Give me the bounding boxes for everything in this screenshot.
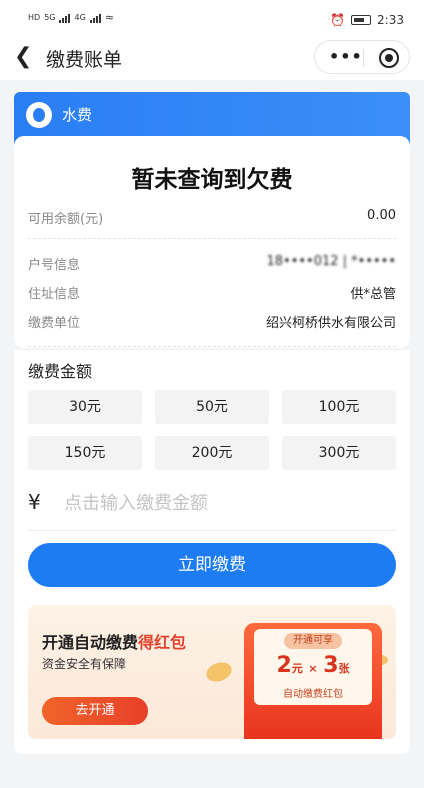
- amount-option[interactable]: 50元: [155, 390, 269, 424]
- status-indicators: HD 5G 4G ≈: [28, 11, 114, 24]
- red-envelope-caption: 自动缴费红包: [283, 689, 343, 700]
- auto-pay-promo-banner[interactable]: 开通自动缴费得红包 资金安全有保障 去开通 开通可享 2元 × 3张 自动缴费红…: [28, 605, 396, 739]
- amount-option[interactable]: 30元: [28, 390, 142, 424]
- red-envelope-amount: 2元 × 3张: [254, 653, 372, 678]
- amount-input[interactable]: [64, 486, 394, 520]
- amount-unit: 元: [291, 662, 303, 675]
- category-label: 水费: [62, 106, 93, 124]
- payment-card: 缴费金额 30元 50元 100元 150元 200元 300元 ¥ 立即缴费 …: [14, 350, 410, 754]
- signal-icon-2: [89, 13, 101, 23]
- battery-icon: [351, 15, 372, 25]
- no-debt-headline: 暂未查询到欠费: [131, 167, 293, 193]
- mini-program-capsule: •••: [314, 40, 410, 74]
- account-label: 户号信息: [28, 258, 81, 273]
- close-icon[interactable]: [379, 48, 399, 68]
- amount-option[interactable]: 100元: [282, 390, 396, 424]
- amount-number: 2: [276, 653, 292, 678]
- 4g-label: 4G: [74, 13, 86, 22]
- back-icon[interactable]: ❮: [14, 44, 32, 69]
- address-label: 住址信息: [28, 287, 81, 302]
- bill-info-card: 暂未查询到欠费 可用余额(元) 0.00 户号信息 18••••012 | *•…: [14, 136, 410, 348]
- payment-section-title: 缴费金额: [28, 362, 93, 381]
- promo-title-text: 开通自动缴费: [42, 633, 139, 652]
- balance-value: 0.00: [367, 208, 396, 223]
- clock-time: 2:33: [377, 13, 404, 27]
- nav-bar: ❮ 缴费账单 •••: [0, 36, 424, 80]
- promo-title-highlight: 得红包: [138, 633, 187, 652]
- divider: [28, 346, 396, 347]
- address-value: 供*总管: [350, 287, 396, 302]
- red-envelope-card: 开通可享 2元 × 3张 自动缴费红包: [254, 629, 372, 705]
- capsule-divider: [363, 49, 364, 67]
- signal-icon: [59, 13, 71, 23]
- 5g-label: 5G: [44, 13, 56, 22]
- times-symbol: ×: [308, 662, 318, 675]
- promo-subtitle: 资金安全有保障: [42, 657, 127, 671]
- red-envelope: 开通可享 2元 × 3张 自动缴费红包: [244, 623, 382, 739]
- status-bar: HD 5G 4G ≈ ⏰ 2:33: [0, 0, 424, 36]
- amount-option[interactable]: 300元: [282, 436, 396, 470]
- count-unit: 张: [338, 662, 350, 675]
- alarm-icon: ⏰: [330, 13, 346, 27]
- divider: [28, 238, 396, 239]
- wifi-icon: ≈: [104, 11, 114, 24]
- unit-value: 绍兴柯桥供水有限公司: [265, 316, 396, 331]
- balance-label: 可用余额(元): [28, 212, 104, 227]
- unit-label: 缴费单位: [28, 316, 81, 331]
- promo-tag: 开通可享: [284, 633, 342, 649]
- promo-title: 开通自动缴费得红包: [42, 629, 186, 653]
- account-value: 18••••012 | *•••••: [266, 254, 396, 269]
- currency-symbol: ¥: [28, 490, 41, 514]
- count-number: 3: [323, 653, 339, 678]
- open-auto-pay-button[interactable]: 去开通: [42, 697, 148, 725]
- more-icon[interactable]: •••: [329, 47, 363, 66]
- status-right: ⏰ 2:33: [330, 13, 404, 27]
- input-underline: [28, 530, 396, 531]
- amount-option[interactable]: 200元: [155, 436, 269, 470]
- page-title: 缴费账单: [46, 49, 123, 71]
- pay-now-button[interactable]: 立即缴费: [28, 543, 396, 587]
- coin-icon: [203, 659, 235, 685]
- hd-label: HD: [28, 13, 41, 22]
- water-drop-icon: [26, 102, 52, 128]
- amount-option[interactable]: 150元: [28, 436, 142, 470]
